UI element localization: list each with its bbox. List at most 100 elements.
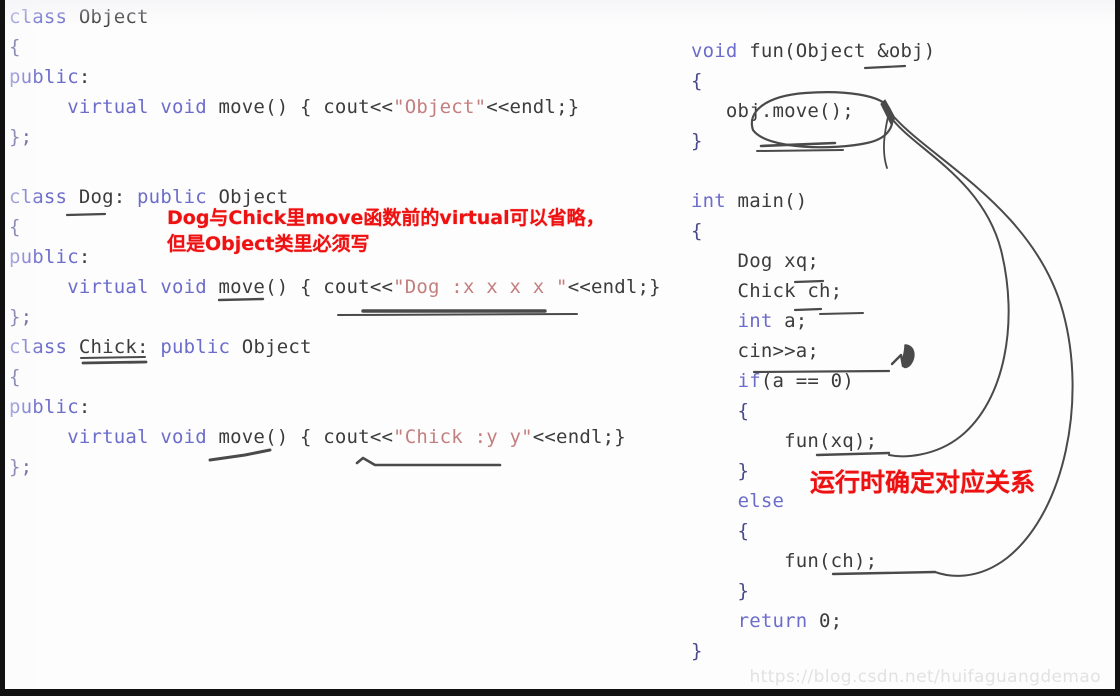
code-line: } [691, 576, 935, 606]
code-token: main() [725, 190, 808, 212]
code-line: public: [9, 62, 661, 92]
code-token: } [691, 130, 703, 152]
code-token: class [9, 336, 68, 358]
code-line: virtual void move() { cout<<"Dog :x x x … [9, 272, 661, 302]
code-line: Chick ch; [691, 276, 935, 306]
code-line: } [691, 126, 935, 156]
code-token: fun(ch); [691, 550, 878, 572]
code-token: "Chick :y y" [393, 426, 533, 448]
code-line: { [9, 362, 661, 392]
code-line: { [691, 396, 935, 426]
code-line: { [691, 216, 935, 246]
code-token: int [691, 190, 726, 212]
code-line: int a; [691, 306, 935, 336]
code-line: fun(xq); [691, 426, 935, 456]
code-token: { [691, 70, 703, 92]
code-token: else [737, 490, 785, 512]
code-line: int main() [691, 186, 935, 216]
code-line: public: [9, 392, 661, 422]
code-token: move() { cout<< [206, 426, 394, 448]
code-token: Dog: [67, 186, 138, 208]
code-token: fun(xq); [691, 430, 878, 452]
code-token: }; [9, 126, 33, 148]
code-token: <<endl;} [532, 426, 626, 448]
code-token: Object [230, 336, 312, 358]
code-token: fun(Object &obj) [737, 40, 936, 62]
code-token: virtual void [67, 96, 207, 118]
code-token: class [9, 6, 68, 28]
code-token: <<endl;} [567, 276, 661, 298]
code-line: obj.move(); [691, 96, 935, 126]
code-token: "Object" [393, 96, 487, 118]
annotation-left-line2: 但是Object类里必须写 [167, 233, 370, 255]
code-line: class Chick: public Object [9, 332, 661, 362]
code-token: a; [772, 310, 808, 332]
code-line: }; [9, 302, 661, 332]
code-token: { [9, 366, 21, 388]
code-line: void fun(Object &obj) [691, 36, 935, 66]
code-token: class [9, 186, 68, 208]
code-line: } [691, 636, 935, 666]
code-token: void [691, 40, 738, 62]
code-token: move() { cout<< [206, 276, 394, 298]
code-token: Chick ch; [691, 280, 843, 302]
code-token: int [737, 310, 773, 332]
code-line: virtual void move() { cout<<"Object"<<en… [9, 92, 661, 122]
code-token: Dog xq; [691, 250, 820, 272]
code-token: Chick: [67, 336, 161, 358]
code-token: virtual void [67, 276, 207, 298]
code-token: { [691, 520, 750, 542]
code-token: public [9, 396, 79, 418]
slide-screenshot: class Object { public: virtual void move()… [0, 0, 1120, 696]
code-line: { [691, 66, 935, 96]
code-line: cin>>a; [691, 336, 935, 366]
code-token: } [691, 460, 750, 482]
code-token: { [9, 216, 21, 238]
code-token: : [78, 66, 91, 88]
code-token: public [9, 246, 79, 268]
code-line: Dog xq; [691, 246, 935, 276]
code-token: : [78, 396, 91, 418]
code-token: public [9, 66, 79, 88]
code-token: }; [9, 456, 33, 478]
code-line: }; [9, 122, 661, 152]
code-token: obj.move(); [691, 100, 854, 122]
code-token: <<endl;} [486, 96, 580, 118]
code-line: fun(ch); [691, 546, 935, 576]
code-token: { [691, 220, 703, 242]
code-line: class Object [9, 2, 661, 32]
code-token: 0; [807, 610, 843, 632]
code-token: (a == 0) [760, 370, 854, 392]
code-token: } [691, 640, 703, 662]
code-token: if [737, 370, 761, 392]
annotation-right: 运行时确定对应关系 [810, 468, 1036, 497]
code-token: cin>>a; [691, 340, 820, 362]
code-line: virtual void move() { cout<<"Chick :y y"… [9, 422, 661, 452]
code-token: { [691, 400, 750, 422]
code-line: if(a == 0) [691, 366, 935, 396]
code-token: virtual void [67, 426, 207, 448]
csdn-watermark: https://blog.csdn.net/huifaguangdemao [749, 667, 1101, 687]
code-token: { [9, 36, 21, 58]
code-token: }; [9, 306, 33, 328]
code-token: return [737, 610, 808, 632]
code-token: Object [67, 6, 149, 28]
right-code-block: void fun(Object &obj) { obj.move();} int … [691, 36, 935, 666]
code-line: { [9, 32, 661, 62]
code-line: }; [9, 452, 661, 482]
annotation-left-line1: Dog与Chick里move函数前的virtual可以省略， [167, 207, 605, 229]
code-token: } [691, 580, 750, 602]
code-line: return 0; [691, 606, 935, 636]
code-token: : [78, 246, 91, 268]
annotation-left: Dog与Chick里move函数前的virtual可以省略， 但是Object类… [167, 205, 605, 257]
code-line: { [691, 516, 935, 546]
